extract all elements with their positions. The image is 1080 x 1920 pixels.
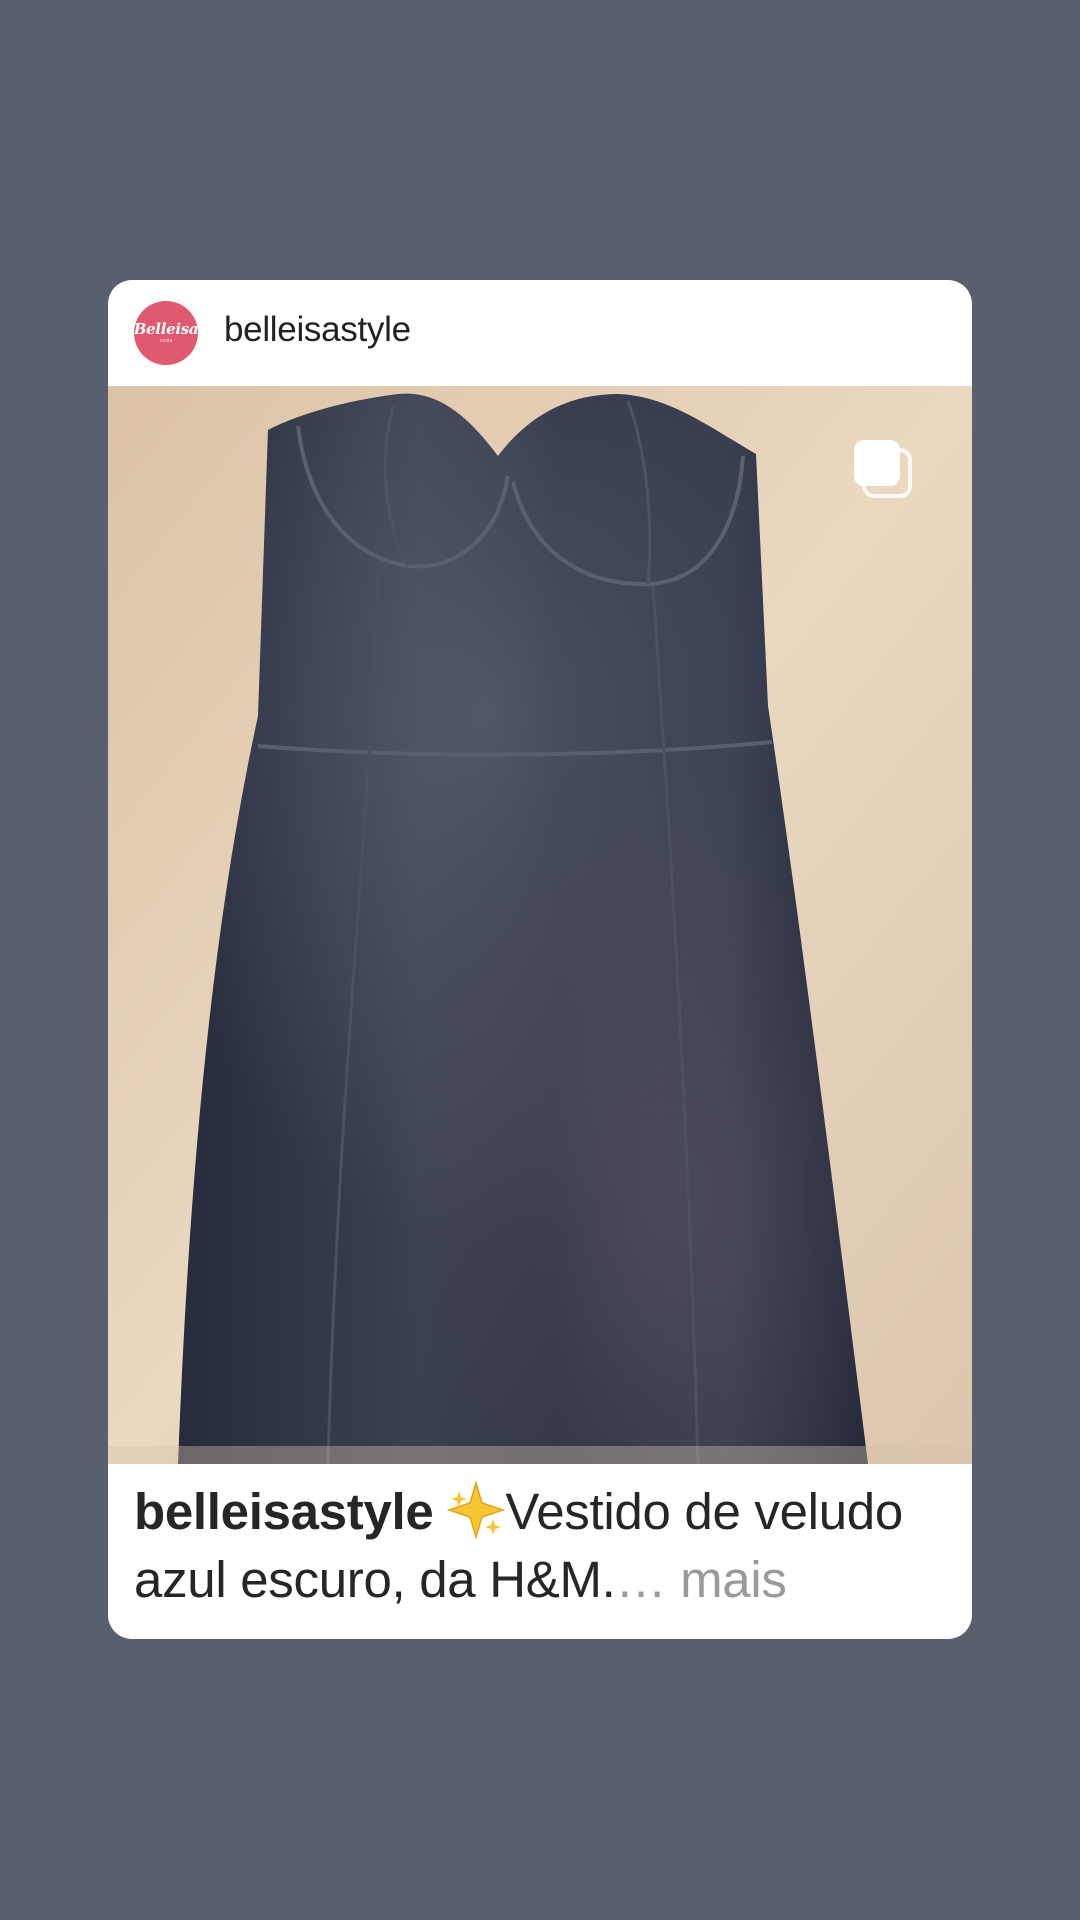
avatar[interactable]: Belleisa moda [134,301,198,365]
post-username[interactable]: belleisastyle [224,310,411,350]
caption-ellipsis: … [615,1551,667,1608]
sparkle-star-icon [446,1480,506,1540]
post-photo[interactable] [108,386,972,1464]
avatar-logo-subtext: moda [159,338,173,344]
post-caption: belleisastyle Vestido de veludo azul esc… [134,1478,954,1614]
dress-photo-image [108,386,972,1464]
post-card: Belleisa moda belleisastyle belleisastyl… [108,280,972,1639]
caption-more-link[interactable]: mais [680,1551,787,1608]
carousel-multiple-icon [850,436,916,502]
caption-username[interactable]: belleisastyle [134,1483,434,1540]
avatar-logo-text: Belleisa [134,320,198,338]
post-header: Belleisa moda belleisastyle [108,280,972,386]
